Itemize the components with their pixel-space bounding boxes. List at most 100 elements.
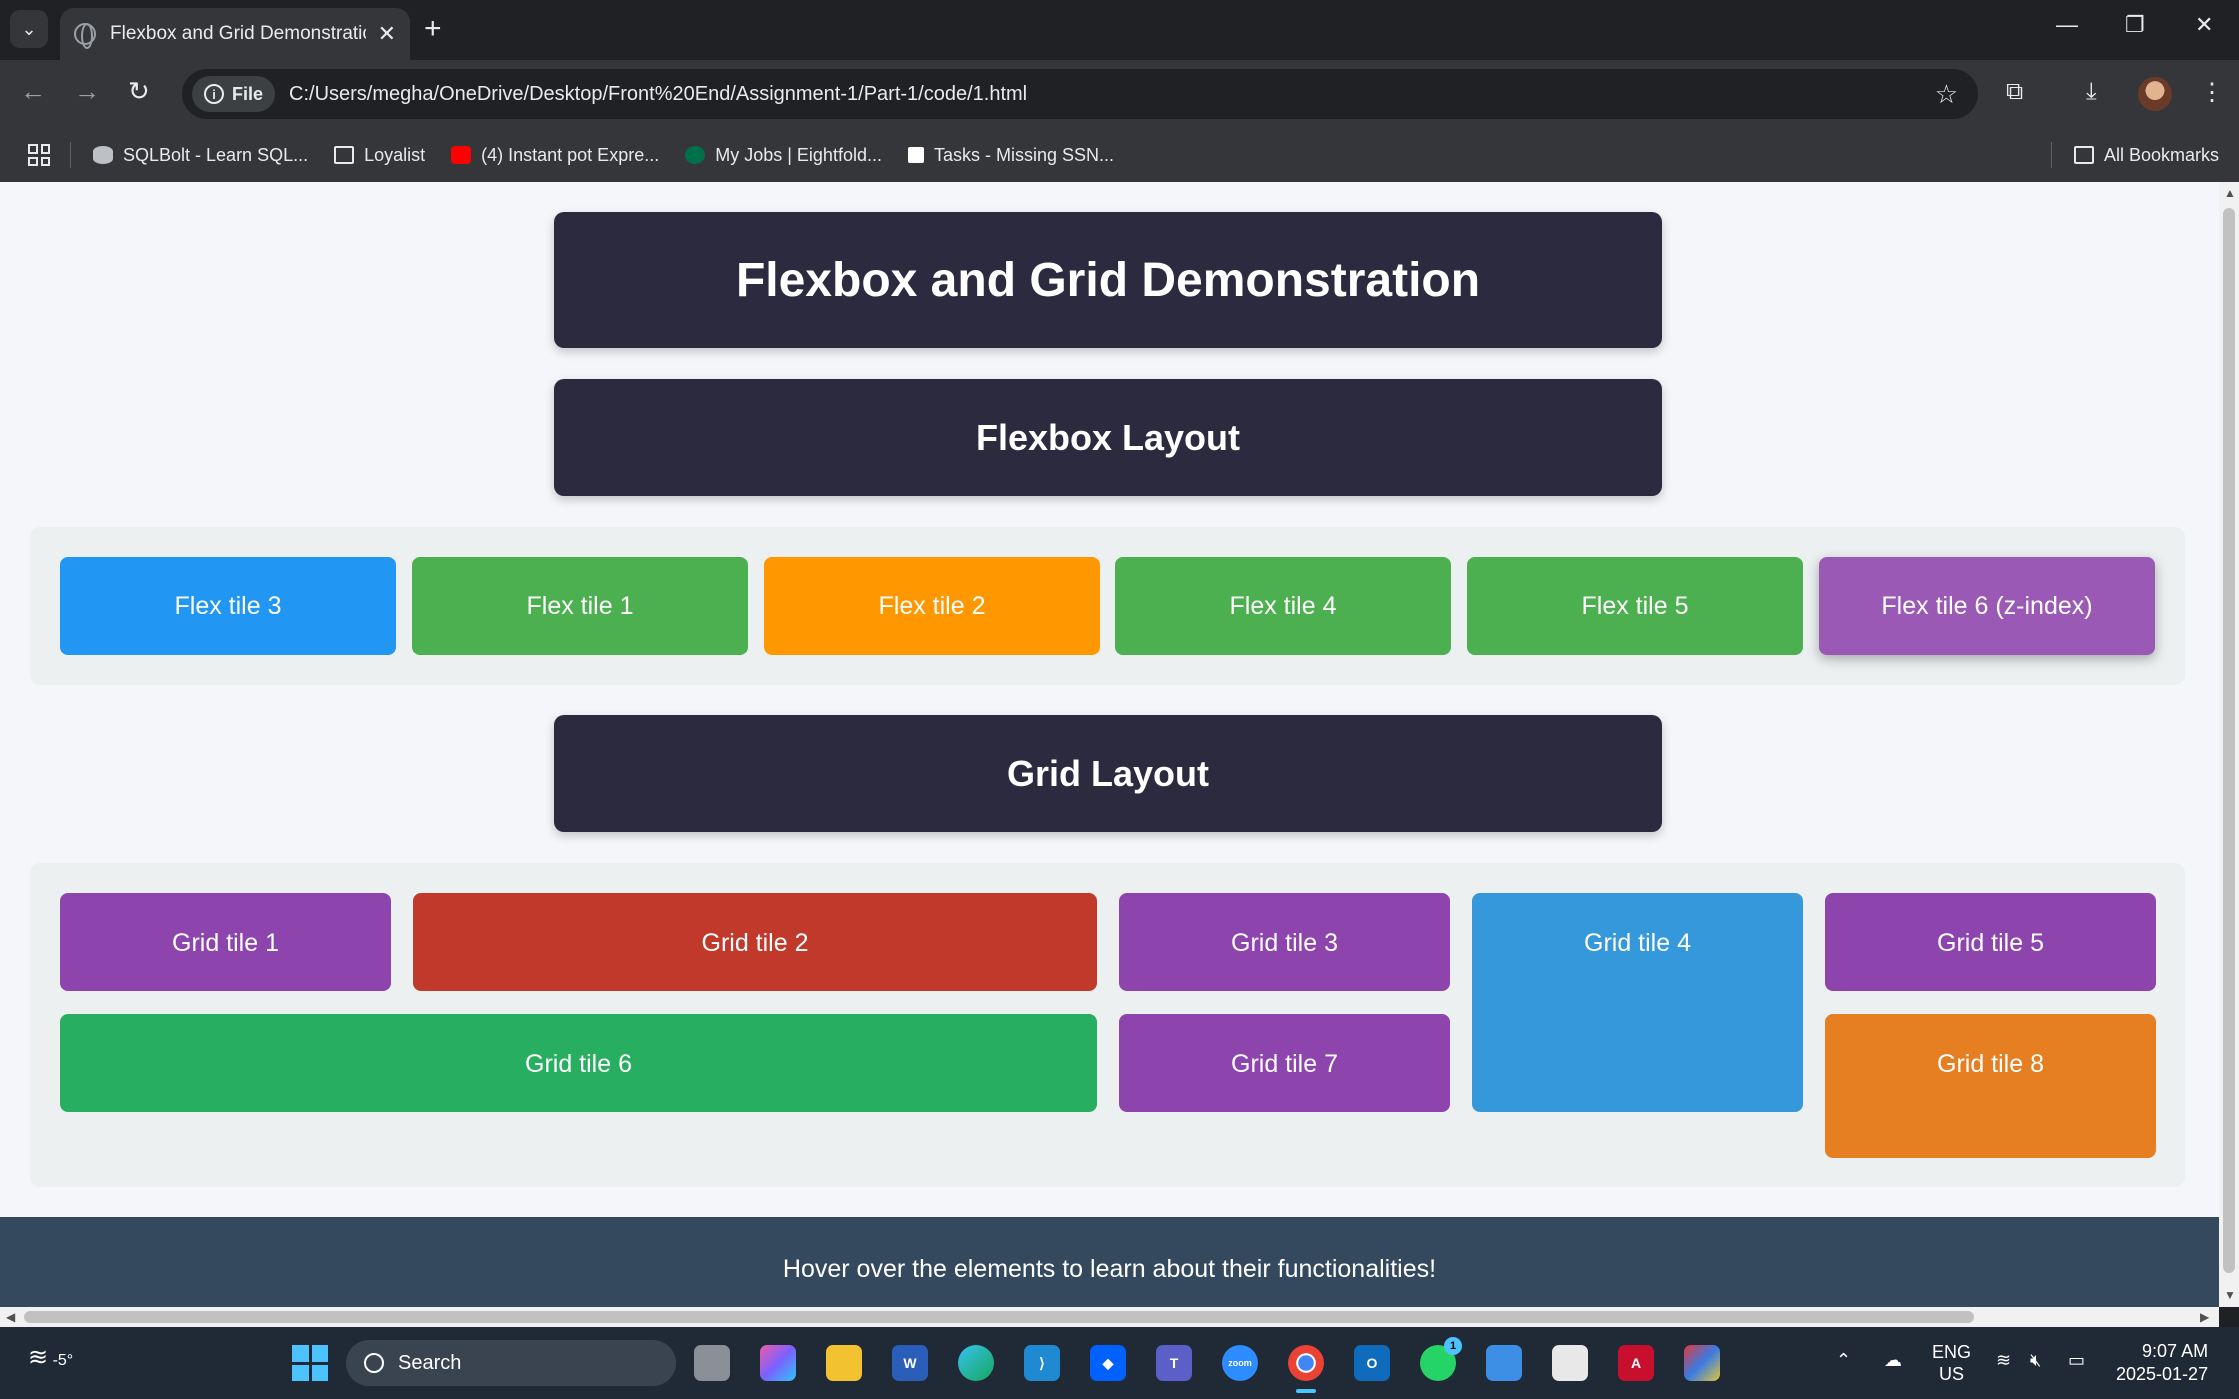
- bookmark-label: Tasks - Missing SSN...: [933, 144, 1115, 165]
- taskbar-search[interactable]: Search: [346, 1340, 676, 1386]
- flex-tile-4[interactable]: Flex tile 4: [1115, 557, 1451, 655]
- language-indicator[interactable]: ENG US: [1932, 1341, 1971, 1385]
- forward-icon[interactable]: →: [74, 76, 100, 107]
- flex-tile-1[interactable]: Flex tile 1: [412, 557, 748, 655]
- windows-start-icon[interactable]: [292, 1345, 328, 1381]
- bookmarks-divider: [70, 142, 71, 168]
- tray-expand-icon[interactable]: ⌃: [1836, 1349, 1851, 1371]
- bookmarks-divider: [2050, 142, 2052, 168]
- scroll-down-icon[interactable]: ▼: [2224, 1288, 2236, 1302]
- extensions-icon[interactable]: ⧉: [2006, 78, 2023, 106]
- vertical-scroll-thumb[interactable]: [2223, 208, 2235, 1273]
- flex-tile-3[interactable]: Flex tile 3: [60, 557, 396, 655]
- address-bar[interactable]: i File C:/Users/megha/OneDrive/Desktop/F…: [182, 69, 1978, 119]
- menu-icon[interactable]: ⋮: [2200, 78, 2224, 107]
- notification-badge: 1: [1444, 1337, 1462, 1355]
- edge-icon[interactable]: [958, 1345, 994, 1381]
- clock-time: 9:07 AM: [2142, 1341, 2209, 1361]
- clock-date: 2025-01-27: [2116, 1364, 2209, 1384]
- chrome-icon[interactable]: [1288, 1345, 1324, 1393]
- grid-tile-8[interactable]: Grid tile 8: [1825, 1014, 2156, 1158]
- all-bookmarks-button[interactable]: All Bookmarks: [2050, 142, 2219, 168]
- acrobat-icon[interactable]: A: [1618, 1345, 1654, 1381]
- vertical-scrollbar[interactable]: ▲ ▼: [2219, 182, 2239, 1307]
- chevron-down-icon: ⌄: [21, 18, 37, 39]
- horizontal-scrollbar[interactable]: ◀ ▶: [0, 1307, 2219, 1327]
- scroll-left-icon[interactable]: ◀: [6, 1310, 15, 1324]
- window-close-icon[interactable]: ✕: [2195, 12, 2213, 38]
- windows-taskbar: ≋ -5° Search W ⟩ ◆ T zoom O 1 A ⌃ ☁ ENG …: [0, 1327, 2239, 1399]
- bookmark-loyalist[interactable]: Loyalist: [334, 145, 425, 166]
- site-info-chip[interactable]: i File: [192, 76, 276, 112]
- language-code: ENG: [1932, 1342, 1972, 1362]
- flexbox-heading: Flexbox Layout: [554, 379, 1662, 496]
- tab-close-icon[interactable]: ✕: [378, 21, 396, 47]
- download-icon[interactable]: ⤓: [2086, 78, 2097, 106]
- wifi-icon[interactable]: ≋: [1996, 1349, 2011, 1371]
- grid-tile-2[interactable]: Grid tile 2: [413, 893, 1097, 991]
- search-icon: [364, 1353, 384, 1373]
- restore-icon[interactable]: ❐: [2125, 12, 2145, 38]
- page-viewport: Flexbox and Grid Demonstration Flexbox L…: [0, 182, 2219, 1307]
- outlook-icon[interactable]: O: [1354, 1345, 1390, 1381]
- copilot-icon[interactable]: [760, 1345, 796, 1381]
- info-icon: i: [204, 84, 224, 104]
- url-text[interactable]: C:/Users/megha/OneDrive/Desktop/Front%20…: [289, 83, 1935, 106]
- flex-tile-5[interactable]: Flex tile 5: [1467, 557, 1803, 655]
- task-view-icon[interactable]: [694, 1345, 730, 1381]
- horizontal-scroll-thumb[interactable]: [24, 1311, 1974, 1323]
- bookmark-label: (4) Instant pot Expre...: [481, 144, 660, 165]
- system-clock[interactable]: 9:07 AM 2025-01-27: [2116, 1340, 2208, 1386]
- tab-search-button[interactable]: ⌄: [10, 10, 48, 48]
- flex-container: Flex tile 3 Flex tile 1 Flex tile 2 Flex…: [30, 527, 2185, 685]
- zoom-icon[interactable]: zoom: [1222, 1345, 1258, 1381]
- weather-widget[interactable]: ≋ -5°: [28, 1343, 73, 1372]
- grid-tile-4[interactable]: Grid tile 4: [1472, 893, 1803, 1112]
- folder-icon: [334, 146, 355, 164]
- bookmark-tasks[interactable]: Tasks - Missing SSN...: [907, 144, 1115, 166]
- scroll-up-icon[interactable]: ▲: [2224, 186, 2236, 200]
- scroll-right-icon[interactable]: ▶: [2200, 1310, 2209, 1324]
- dropbox-icon[interactable]: ◆: [1090, 1345, 1126, 1381]
- bookmark-star-icon[interactable]: ☆: [1935, 79, 1958, 110]
- grid-tile-5[interactable]: Grid tile 5: [1825, 893, 2156, 991]
- grid-tile-3[interactable]: Grid tile 3: [1119, 893, 1450, 991]
- whatsapp-icon[interactable]: 1: [1420, 1337, 1462, 1381]
- snipping-tool-icon[interactable]: [1552, 1345, 1588, 1381]
- flex-tile-6[interactable]: Flex tile 6 (z-index): [1819, 557, 2155, 655]
- bookmark-instant-pot[interactable]: (4) Instant pot Expre...: [451, 145, 659, 166]
- footer-text: Hover over the elements to learn about t…: [782, 1255, 1437, 1283]
- site-info-label: File: [232, 83, 264, 104]
- file-explorer-icon[interactable]: [826, 1345, 862, 1381]
- new-tab-icon[interactable]: +: [424, 12, 442, 46]
- browser-tab[interactable]: Flexbox and Grid Demonstration ✕: [60, 8, 410, 60]
- bookmark-eightfold[interactable]: My Jobs | Eightfold...: [685, 145, 882, 166]
- weather-temperature: -5°: [52, 1352, 74, 1369]
- minimize-icon[interactable]: —: [2056, 12, 2078, 38]
- grid-tile-6[interactable]: Grid tile 6: [60, 1014, 1097, 1112]
- profile-avatar[interactable]: [2138, 77, 2172, 111]
- teams-icon[interactable]: T: [1156, 1345, 1192, 1381]
- bookmark-label: SQLBolt - Learn SQL...: [123, 144, 309, 165]
- reload-icon[interactable]: ↻: [128, 76, 150, 107]
- apps-grid-icon[interactable]: [28, 144, 50, 166]
- speaker-muted-icon[interactable]: 🔇︎: [2030, 1349, 2041, 1371]
- database-icon: [93, 146, 113, 164]
- photos-icon[interactable]: [1486, 1345, 1522, 1381]
- back-icon[interactable]: ←: [20, 76, 46, 107]
- git-gui-icon[interactable]: [1684, 1345, 1720, 1381]
- page-title: Flexbox and Grid Demonstration: [554, 212, 1662, 348]
- battery-icon[interactable]: ▭: [2068, 1349, 2085, 1371]
- bookmark-sqlbolt[interactable]: SQLBolt - Learn SQL...: [93, 145, 308, 166]
- grid-tile-7[interactable]: Grid tile 7: [1119, 1014, 1450, 1112]
- word-icon[interactable]: W: [892, 1345, 928, 1381]
- onedrive-icon[interactable]: ☁: [1884, 1349, 1902, 1371]
- region-code: US: [1939, 1364, 1965, 1384]
- search-placeholder: Search: [398, 1351, 462, 1374]
- grid-tile-1[interactable]: Grid tile 1: [60, 893, 391, 991]
- starbucks-icon: [685, 146, 706, 164]
- bookmark-label: My Jobs | Eightfold...: [715, 144, 882, 165]
- flex-tile-2[interactable]: Flex tile 2: [764, 557, 1100, 655]
- vscode-icon[interactable]: ⟩: [1024, 1345, 1060, 1381]
- youtube-icon: [451, 146, 472, 164]
